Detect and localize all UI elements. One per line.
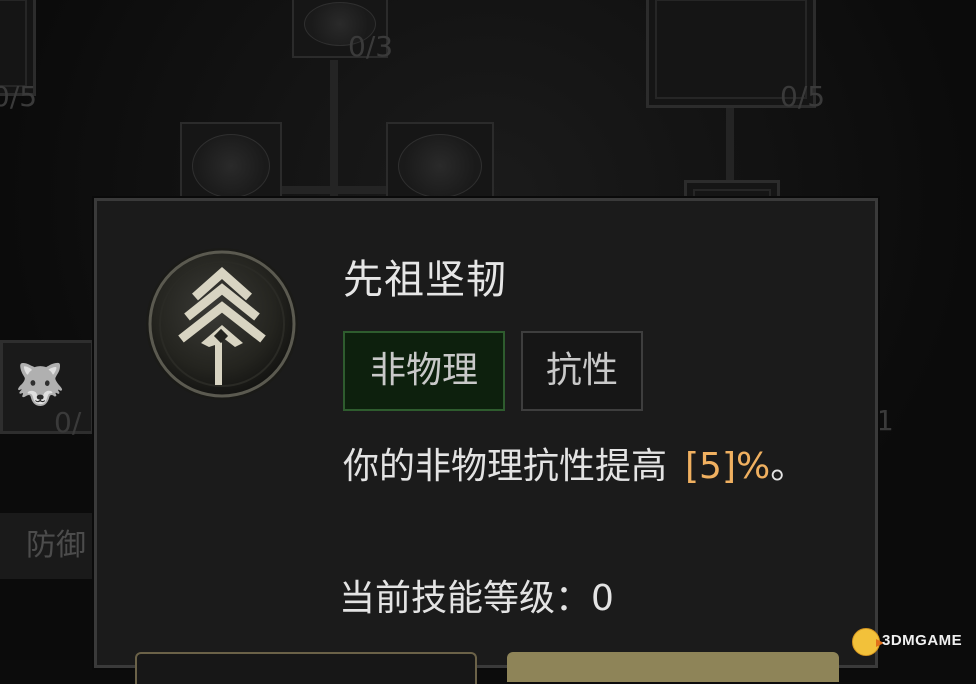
beast-emblem-icon [192, 134, 270, 198]
level-label: 当前技能等级： [339, 578, 592, 619]
level-value: 0 [591, 578, 614, 619]
description-value: [5]% [685, 446, 771, 487]
wolf-icon: 🐺 [15, 362, 65, 408]
skill-node[interactable] [386, 122, 494, 210]
description-suffix: 。 [770, 446, 807, 487]
node-count: 0/5 [0, 80, 38, 113]
totem-emblem-icon [398, 134, 482, 198]
watermark: 3DMGAME [852, 628, 970, 656]
node-count: 1 [876, 404, 894, 437]
description-text: 你的非物理抗性提高 [343, 446, 668, 487]
tag-non-physical: 非物理 [343, 331, 505, 411]
skill-node[interactable] [180, 122, 282, 210]
skill-level: 当前技能等级：0 [339, 569, 614, 621]
skill-title: 先祖坚韧 [343, 257, 507, 303]
node-count: 0/5 [780, 80, 826, 113]
secondary-button[interactable] [135, 652, 477, 684]
tag-resistance: 抗性 [521, 331, 643, 411]
skill-tooltip: 先祖坚韧 非物理 抗性 你的非物理抗性提高 [5]%。 当前技能等级：0 [94, 198, 878, 684]
tree-connector [726, 100, 734, 190]
ancestral-chevron-icon [146, 248, 298, 400]
skill-description: 你的非物理抗性提高 [5]%。 [343, 437, 806, 489]
watermark-text: 3DMGAME [882, 632, 963, 649]
tree-connector [330, 60, 338, 200]
node-count: 0/ [54, 406, 82, 439]
node-count: 0/3 [348, 30, 394, 63]
primary-button[interactable] [507, 652, 839, 682]
chick-logo-icon [852, 628, 884, 656]
